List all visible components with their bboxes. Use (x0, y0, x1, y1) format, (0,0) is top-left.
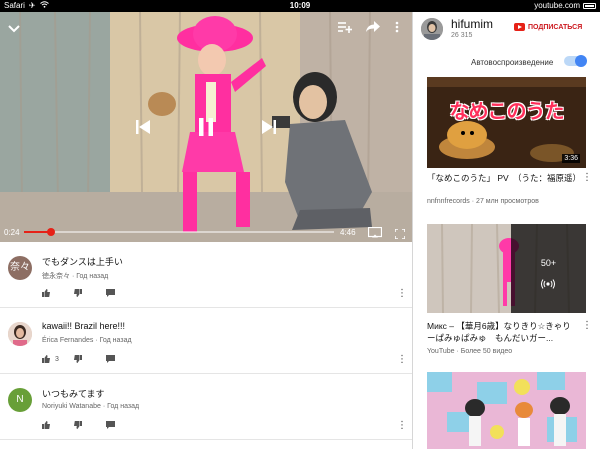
comment-more-icon[interactable]: ⋮ (397, 355, 407, 365)
like-count: 3 (55, 355, 59, 363)
video-thumbnail[interactable]: なめこのうた 3:36 (427, 77, 586, 168)
comments-list: 奈々 でもダンスは上手い 徳永奈々 · Год назад ⋮ kawaii!!… (0, 242, 412, 449)
video-duration-badge: 3:36 (562, 154, 580, 163)
subscriber-count: 26 315 (451, 32, 473, 39)
comment-item: N いつもみてます Noriyuki Watanabe · Год назад … (0, 374, 412, 440)
pause-icon[interactable] (199, 118, 213, 141)
comment-age: Год назад (76, 273, 109, 280)
comment-author[interactable]: Noriyuki Watanabe (42, 403, 101, 410)
current-time: 0:24 (4, 228, 20, 237)
share-icon[interactable] (366, 20, 380, 38)
up-next-panel: hifumim 26 315 ПОДПИСАТЬСЯ Автовоспроизв… (413, 12, 600, 449)
status-bar: Safari ✈ 10:09 youtube.com (0, 0, 600, 12)
video-duration: 4:46 (340, 228, 356, 237)
video-channel: YouTube (427, 348, 455, 355)
progress-track[interactable] (24, 231, 334, 233)
mix-overlay: 50+ (511, 224, 586, 313)
status-time: 10:09 (289, 1, 311, 10)
comment-item: 奈々 でもダンスは上手い 徳永奈々 · Год назад ⋮ (0, 242, 412, 308)
mix-thumbnail[interactable]: 50+ (427, 224, 586, 313)
video-meta: YouTube · Более 50 видео (427, 348, 513, 355)
thumbnail-title-text: なめこのうた (449, 101, 565, 123)
dislike-button[interactable] (74, 421, 106, 429)
next-icon[interactable] (262, 120, 276, 139)
channel-avatar[interactable] (421, 18, 443, 40)
reply-button[interactable] (106, 289, 138, 297)
comment-text: でもダンスは上手い (42, 257, 123, 267)
video-more-icon[interactable]: ⋮ (582, 321, 592, 331)
subscribe-label: ПОДПИСАТЬСЯ (528, 23, 583, 31)
avatar[interactable]: 奈々 (8, 256, 32, 280)
like-button[interactable] (42, 289, 74, 297)
like-button[interactable] (42, 421, 74, 429)
thumbs-up-icon (42, 355, 50, 363)
reply-icon (106, 421, 115, 429)
comment-meta: 徳永奈々 · Год назад (42, 273, 109, 280)
youtube-logo-icon (514, 23, 525, 31)
dislike-button[interactable] (74, 355, 106, 363)
autoplay-label: Автовоспроизведение (471, 58, 554, 67)
reply-icon (106, 289, 115, 297)
comment-author[interactable]: 徳永奈々 (42, 273, 70, 280)
thumbs-down-icon (74, 421, 82, 429)
comment-actions (42, 289, 138, 297)
mix-count: 50+ (540, 258, 557, 268)
dislike-button[interactable] (74, 289, 106, 297)
reply-button[interactable] (106, 355, 138, 363)
toggle-knob (575, 55, 587, 67)
avatar[interactable]: N (8, 388, 32, 412)
comment-text: いつもみてます (42, 389, 105, 399)
like-button[interactable]: 3 (42, 355, 74, 363)
comment-text: kawaii!! Brazil here!!! (42, 321, 126, 331)
more-options-icon[interactable] (395, 20, 399, 38)
comment-author[interactable]: Érica Fernandes (42, 337, 93, 344)
comment-age: Год назад (107, 403, 140, 410)
subscribe-button[interactable]: ПОДПИСАТЬСЯ (514, 23, 582, 31)
thumbs-up-icon (42, 421, 50, 429)
video-more-icon[interactable]: ⋮ (582, 173, 592, 183)
comment-actions (42, 421, 138, 429)
thumbs-up-icon (42, 289, 50, 297)
thumbs-down-icon (74, 289, 82, 297)
cast-icon[interactable] (367, 225, 383, 242)
video-thumbnail[interactable] (427, 372, 586, 449)
video-title[interactable]: 「なめこのうた」 PV （うた：福原遥） (427, 172, 581, 184)
video-title[interactable]: Микс – 【華月6歳】なりきり☆きゃりーぱみゅぱみゅ もんだいガー... (427, 320, 577, 344)
status-right: youtube.com (534, 0, 596, 12)
comment-meta: Érica Fernandes · Год назад (42, 337, 132, 344)
battery-icon (583, 3, 596, 9)
mix-radio-icon (541, 276, 555, 294)
video-meta: nnfnnfrecords · 27 млн просмотров (427, 198, 539, 205)
comment-more-icon[interactable]: ⋮ (397, 421, 407, 431)
status-url: youtube.com (534, 1, 580, 10)
thumbs-down-icon (74, 355, 82, 363)
reply-button[interactable] (106, 421, 138, 429)
video-player[interactable]: 0:24 4:46 (0, 12, 412, 242)
comment-actions: 3 (42, 355, 138, 363)
previous-icon[interactable] (136, 120, 150, 139)
video-views: 27 млн просмотров (476, 198, 539, 205)
reply-icon (106, 355, 115, 363)
comment-item: kawaii!! Brazil here!!! Érica Fernandes … (0, 308, 412, 374)
comment-age: Год назад (99, 337, 132, 344)
comment-meta: Noriyuki Watanabe · Год назад (42, 403, 140, 410)
fullscreen-icon[interactable] (394, 226, 406, 242)
autoplay-toggle[interactable] (564, 55, 587, 67)
channel-name[interactable]: hifumim (451, 17, 493, 31)
minimize-button[interactable] (8, 20, 20, 38)
avatar[interactable] (8, 322, 32, 346)
video-views: Более 50 видео (460, 348, 513, 355)
comment-more-icon[interactable]: ⋮ (397, 289, 407, 299)
add-to-playlist-icon[interactable] (338, 20, 352, 38)
video-channel: nnfnnfrecords (427, 198, 470, 205)
